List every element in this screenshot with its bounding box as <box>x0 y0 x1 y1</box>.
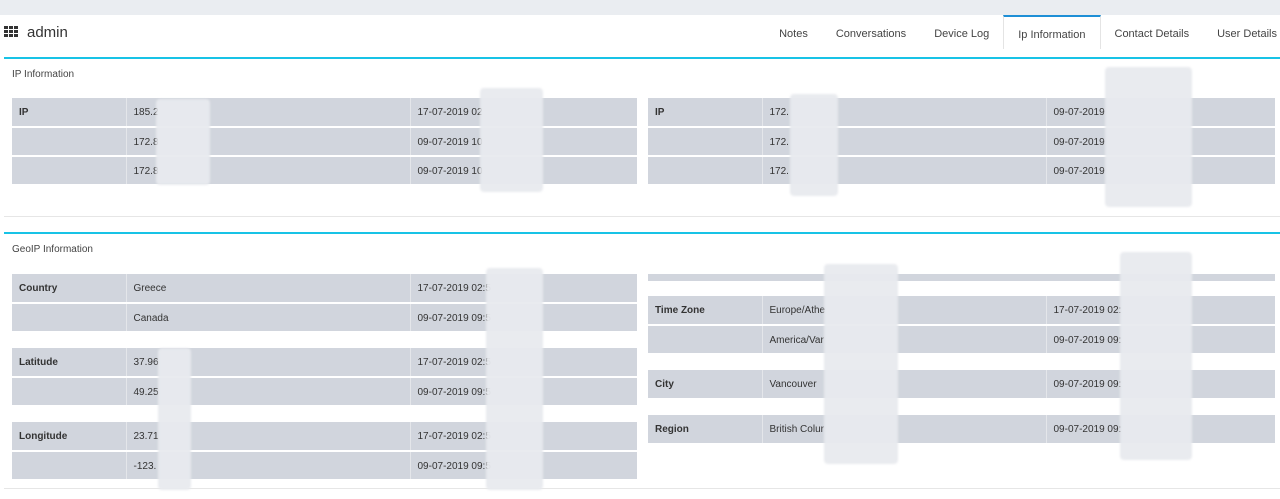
top-strip <box>0 0 1280 15</box>
geo-value: British Colur <box>761 415 1046 445</box>
row-label-empty <box>12 303 126 333</box>
redaction-blur <box>158 348 191 490</box>
row-label-empty <box>12 451 126 481</box>
redaction-blur <box>480 88 543 192</box>
row-label-empty <box>648 127 762 157</box>
table-row: Country Greece 17-07-2019 02:5 <box>12 274 637 304</box>
row-label-empty <box>12 127 126 157</box>
row-label-empty <box>12 377 126 407</box>
tab-bar: Notes Conversations Device Log Ip Inform… <box>765 15 1280 49</box>
table-row: 172.8 09-07-2019 10 <box>12 156 637 186</box>
row-label: Country <box>12 274 126 304</box>
table-row: Canada 09-07-2019 09:5 <box>12 303 637 333</box>
row-label: Time Zone <box>648 296 762 326</box>
panel-title: IP Information <box>12 69 75 80</box>
ip-information-panel: IP Information IP 185.2 17-07-2019 02 17… <box>4 57 1280 217</box>
redaction-blur <box>486 268 543 490</box>
geo-value: Greece <box>125 274 410 304</box>
redaction-blur <box>790 94 838 196</box>
row-label: City <box>648 370 762 400</box>
redaction-blur <box>156 99 210 185</box>
tab-notes[interactable]: Notes <box>765 15 822 49</box>
geo-value: Europe/Athe <box>761 296 1046 326</box>
redaction-blur <box>1120 252 1192 460</box>
app-title: admin <box>27 23 68 41</box>
table-row: Latitude 37.96 17-07-2019 02:5 <box>12 348 637 378</box>
table-row: Longitude 23.71 17-07-2019 02:5 <box>12 422 637 452</box>
country-table: Country Greece 17-07-2019 02:5 Canada 09… <box>12 274 637 333</box>
ip-table-left: IP 185.2 17-07-2019 02 172.8 09-07-2019 … <box>12 98 637 186</box>
table-row: -123. 09-07-2019 09:5 <box>12 451 637 481</box>
longitude-table: Longitude 23.71 17-07-2019 02:5 -123. 09… <box>12 422 637 481</box>
tab-conversations[interactable]: Conversations <box>822 15 920 49</box>
row-label-empty <box>12 156 126 186</box>
brand[interactable]: admin <box>4 22 68 42</box>
tab-ip-information[interactable]: Ip Information <box>1003 15 1101 49</box>
geo-value: America/Var <box>761 325 1046 355</box>
table-row: 172.8 09-07-2019 10 <box>12 127 637 157</box>
row-label: Longitude <box>12 422 126 452</box>
redaction-blur <box>1105 67 1192 207</box>
tab-contact-details[interactable]: Contact Details <box>1101 15 1204 49</box>
row-label: IP <box>648 98 762 128</box>
row-label-empty <box>648 156 762 186</box>
geoip-information-panel: GeoIP Information Country Greece 17-07-2… <box>4 232 1280 490</box>
tab-user-details[interactable]: User Details <box>1203 15 1280 49</box>
panel-title: GeoIP Information <box>12 244 93 255</box>
row-label: Region <box>648 415 762 445</box>
geo-value: Canada <box>125 303 410 333</box>
row-label: IP <box>12 98 126 128</box>
row-label: Latitude <box>12 348 126 378</box>
tab-device-log[interactable]: Device Log <box>920 15 1003 49</box>
table-row: IP 185.2 17-07-2019 02 <box>12 98 637 128</box>
table-row: 49.25 09-07-2019 09:5 <box>12 377 637 407</box>
latitude-table: Latitude 37.96 17-07-2019 02:5 49.25 09-… <box>12 348 637 407</box>
apps-grid-icon[interactable] <box>4 26 19 38</box>
redaction-blur <box>824 264 898 464</box>
geo-value: Vancouver <box>761 370 1046 400</box>
row-label-empty <box>648 325 762 355</box>
header-bar: admin Notes Conversations Device Log Ip … <box>0 15 1280 49</box>
